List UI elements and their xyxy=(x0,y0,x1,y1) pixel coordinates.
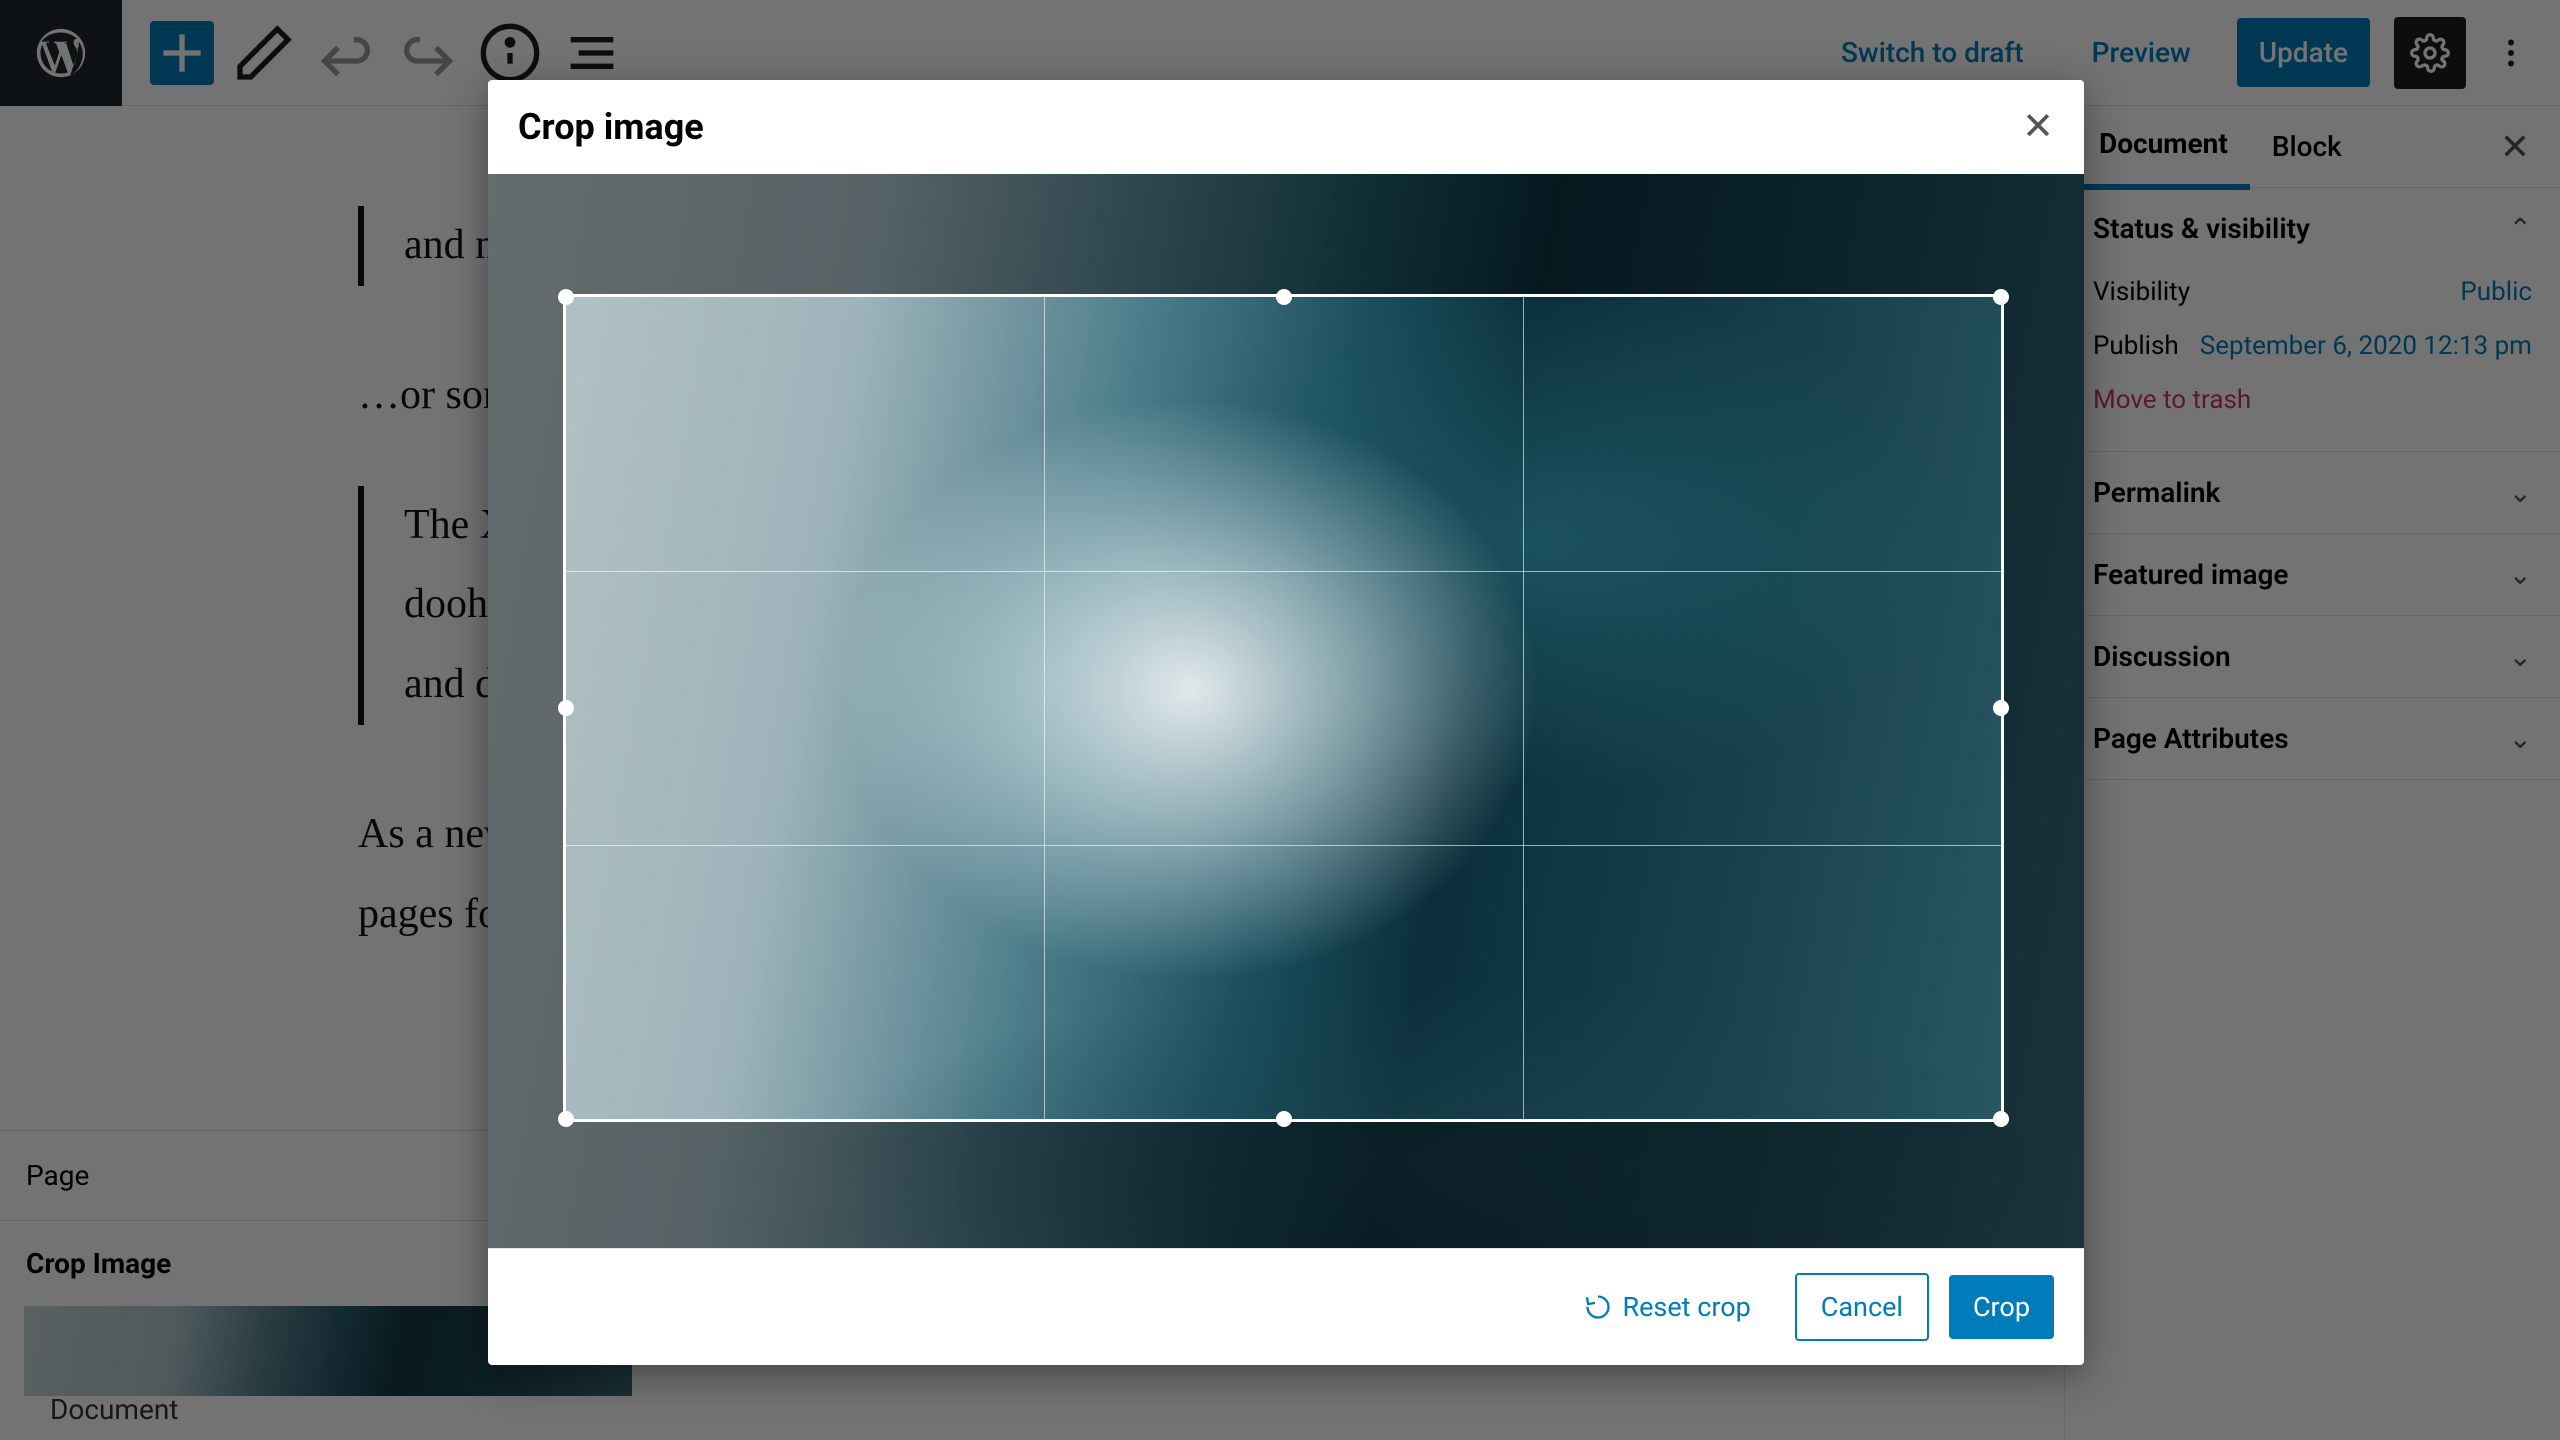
reset-crop-button[interactable]: Reset crop xyxy=(1560,1275,1774,1339)
modal-title: Crop image xyxy=(518,106,704,148)
crop-dim-bottom xyxy=(488,1122,2084,1248)
crop-dim-left xyxy=(488,294,563,1122)
crop-handle-bottom-left[interactable] xyxy=(558,1111,574,1127)
modal-close-button[interactable]: ✕ xyxy=(2022,108,2054,146)
crop-selection[interactable] xyxy=(563,294,2004,1122)
crop-handle-bottom[interactable] xyxy=(1276,1111,1292,1127)
crop-gridline xyxy=(1523,297,1524,1119)
crop-button[interactable]: Crop xyxy=(1949,1275,2054,1339)
crop-handle-top[interactable] xyxy=(1276,289,1292,305)
reset-crop-label: Reset crop xyxy=(1622,1291,1750,1323)
crop-handle-top-right[interactable] xyxy=(1993,289,2009,305)
crop-handle-right[interactable] xyxy=(1993,700,2009,716)
cancel-button[interactable]: Cancel xyxy=(1795,1273,1929,1341)
crop-handle-left[interactable] xyxy=(558,700,574,716)
reset-icon xyxy=(1584,1293,1612,1321)
modal-header: Crop image ✕ xyxy=(488,80,2084,174)
crop-handle-bottom-right[interactable] xyxy=(1993,1111,2009,1127)
crop-gridline xyxy=(1044,297,1045,1119)
crop-dim-right xyxy=(2004,294,2084,1122)
crop-handle-top-left[interactable] xyxy=(558,289,574,305)
modal-footer: Reset crop Cancel Crop xyxy=(488,1248,2084,1365)
crop-image-modal: Crop image ✕ Reset crop Cancel Crop xyxy=(488,80,2084,1365)
crop-canvas[interactable] xyxy=(488,174,2084,1248)
crop-dim-top xyxy=(488,174,2084,294)
